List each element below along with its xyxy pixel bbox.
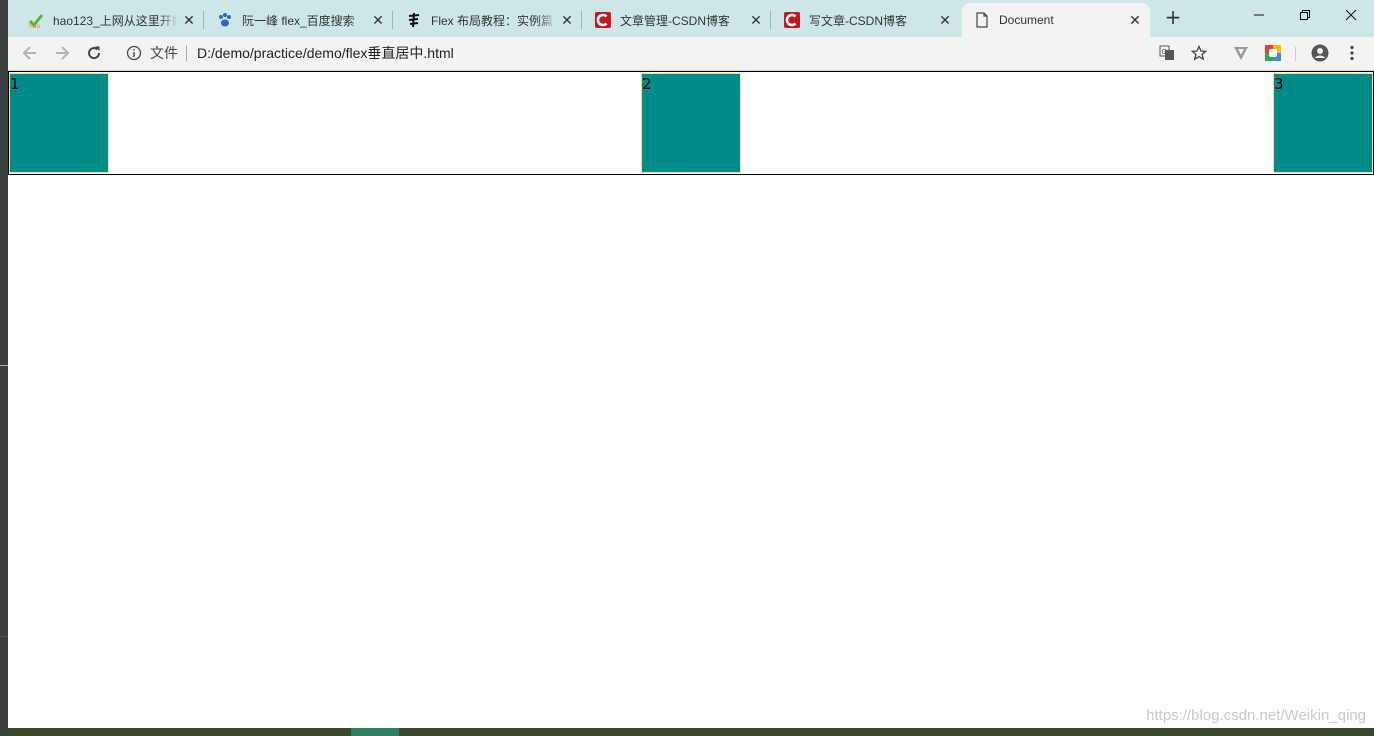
address-divider (186, 45, 187, 61)
reload-button[interactable] (84, 43, 104, 63)
tab-hao123[interactable]: hao hao123_上网从这里开始 ✕ (16, 3, 204, 37)
close-icon (1345, 9, 1357, 21)
restore-icon (1300, 10, 1310, 20)
account-circle-icon (1311, 44, 1329, 62)
background-window-edge (0, 0, 8, 736)
tab-strip: hao hao123_上网从这里开始 ✕ 阮一峰 flex_百度搜索 ✕ Fle… (8, 0, 1374, 37)
tab-csdn-write[interactable]: 写文章-CSDN博客 ✕ (772, 3, 960, 37)
flex-container: 1 2 3 (8, 71, 1374, 175)
minimize-icon (1254, 14, 1264, 16)
hao123-icon: hao (28, 12, 44, 28)
csdn-icon (784, 12, 800, 28)
close-icon[interactable]: ✕ (560, 12, 574, 29)
close-window-button[interactable] (1328, 0, 1374, 30)
reload-icon (88, 46, 101, 60)
tab-flex-tutorial[interactable]: Flex 布局教程：实例篇 ✕ (394, 3, 582, 37)
star-icon (1191, 45, 1207, 61)
colorful-extension-icon (1265, 45, 1281, 61)
os-taskbar (8, 728, 1374, 736)
flex-item-1: 1 (9, 73, 109, 173)
info-icon[interactable] (126, 45, 142, 61)
extension-button[interactable] (1232, 44, 1250, 62)
translate-button[interactable]: G (1158, 44, 1176, 62)
address-bar[interactable]: 文件 D:/demo/practice/demo/flex垂直居中.html (116, 38, 1216, 68)
tab-document-active[interactable]: Document ✕ (962, 3, 1150, 37)
forward-button[interactable] (52, 43, 72, 63)
tab-title: Flex 布局教程：实例篇 (431, 13, 554, 28)
tab-title: Document (999, 13, 1054, 27)
v-extension-icon (1234, 47, 1248, 60)
browser-window: hao hao123_上网从这里开始 ✕ 阮一峰 flex_百度搜索 ✕ Fle… (8, 0, 1374, 728)
back-arrow-icon (22, 46, 36, 60)
tab-separator (770, 11, 771, 29)
tab-title: 文章管理-CSDN博客 (620, 13, 730, 28)
calligraphy-icon (406, 12, 422, 28)
page-icon (974, 12, 990, 28)
url-text[interactable]: D:/demo/practice/demo/flex垂直居中.html (197, 43, 454, 63)
flex-item-3: 3 (1273, 73, 1373, 173)
forward-arrow-icon (56, 46, 70, 60)
close-icon[interactable]: ✕ (1128, 12, 1142, 29)
watermark: https://blog.csdn.net/Weikin_qing (1146, 707, 1366, 724)
minimize-button[interactable] (1236, 0, 1282, 30)
tab-title: 写文章-CSDN博客 (809, 13, 907, 28)
extension-button[interactable] (1264, 44, 1282, 62)
page-content: 1 2 3 (8, 71, 1374, 728)
svg-text:G: G (1162, 48, 1167, 56)
new-tab-button[interactable]: + (1162, 7, 1184, 29)
close-icon[interactable]: ✕ (182, 12, 196, 29)
close-icon[interactable]: ✕ (938, 12, 952, 29)
tab-baidu-search[interactable]: 阮一峰 flex_百度搜索 ✕ (205, 3, 393, 37)
edge-mark (0, 365, 8, 366)
csdn-icon (595, 12, 611, 28)
toolbar-separator (1295, 47, 1296, 61)
taskbar-active-app[interactable] (351, 728, 399, 736)
tab-title: 阮一峰 flex_百度搜索 (242, 13, 355, 28)
translate-icon: G (1159, 45, 1174, 60)
restore-button[interactable] (1282, 0, 1328, 30)
baidu-paw-icon (217, 12, 233, 28)
svg-text:hao: hao (29, 23, 40, 28)
tab-csdn-manage[interactable]: 文章管理-CSDN博客 ✕ (583, 3, 771, 37)
tab-separator (203, 11, 204, 29)
close-icon[interactable]: ✕ (749, 12, 763, 29)
file-scheme-label: 文件 (150, 45, 178, 61)
more-vert-icon (1350, 45, 1354, 61)
bookmark-star-button[interactable] (1190, 44, 1208, 62)
edge-mark (0, 636, 8, 637)
profile-button[interactable] (1311, 44, 1329, 62)
flex-item-2: 2 (641, 73, 741, 173)
close-icon[interactable]: ✕ (371, 12, 385, 29)
menu-button[interactable] (1343, 44, 1361, 62)
back-button[interactable] (20, 43, 40, 63)
browser-toolbar: 文件 D:/demo/practice/demo/flex垂直居中.html G (8, 37, 1374, 71)
tab-separator (581, 11, 582, 29)
tab-title: hao123_上网从这里开始 (53, 13, 178, 28)
tab-separator (392, 11, 393, 29)
